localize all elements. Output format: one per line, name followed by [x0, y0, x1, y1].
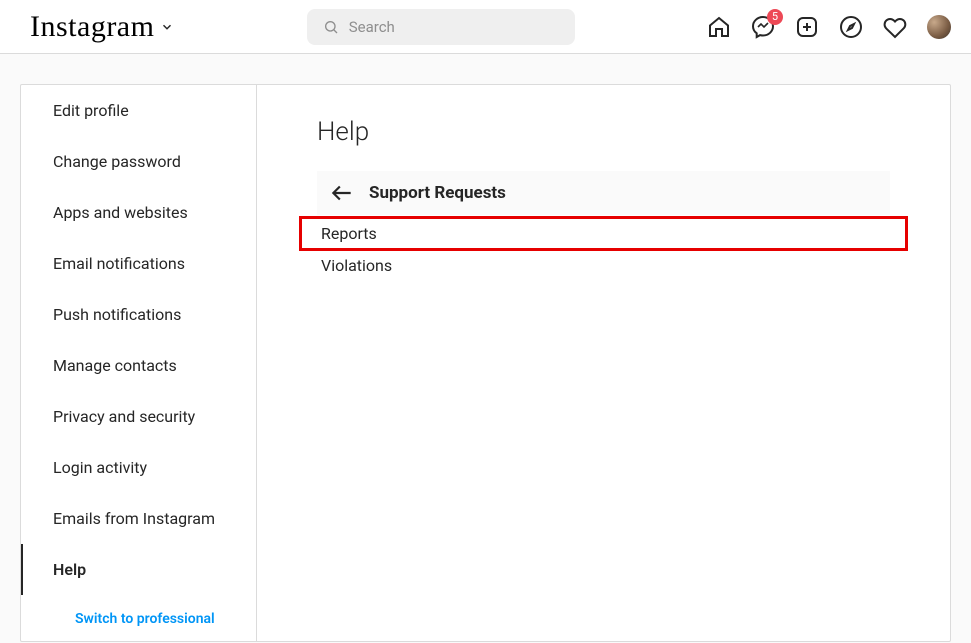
settings-panel: Edit profile Change password Apps and we… — [20, 84, 951, 642]
home-icon[interactable] — [707, 15, 731, 39]
activity-heart-icon[interactable] — [883, 15, 907, 39]
messenger-icon[interactable]: 5 — [751, 15, 775, 39]
switch-professional-link[interactable]: Switch to professional — [21, 595, 256, 643]
sidebar-item-manage-contacts[interactable]: Manage contacts — [21, 340, 256, 391]
chevron-down-icon — [160, 20, 174, 34]
option-violations[interactable]: Violations — [317, 248, 890, 283]
sidebar-item-push-notifications[interactable]: Push notifications — [21, 289, 256, 340]
new-post-icon[interactable] — [795, 15, 819, 39]
support-requests-header[interactable]: Support Requests — [317, 171, 890, 215]
search-input[interactable] — [349, 18, 559, 36]
sidebar-item-help[interactable]: Help — [21, 544, 256, 595]
sidebar-item-edit-profile[interactable]: Edit profile — [21, 85, 256, 136]
search-icon — [323, 19, 339, 35]
settings-sidebar: Edit profile Change password Apps and we… — [21, 85, 257, 641]
settings-main: Help Support Requests Reports Violations — [257, 85, 950, 641]
explore-icon[interactable] — [839, 15, 863, 39]
instagram-logo: Instagram — [30, 10, 154, 44]
sidebar-item-apps-websites[interactable]: Apps and websites — [21, 187, 256, 238]
search-field[interactable] — [307, 9, 575, 45]
messenger-badge: 5 — [767, 9, 783, 25]
option-reports[interactable]: Reports — [299, 216, 908, 251]
search-wrap — [174, 9, 707, 45]
page-title: Help — [317, 117, 890, 147]
back-arrow-icon[interactable] — [329, 180, 355, 206]
sidebar-item-email-notifications[interactable]: Email notifications — [21, 238, 256, 289]
sidebar-item-change-password[interactable]: Change password — [21, 136, 256, 187]
sidebar-item-emails-instagram[interactable]: Emails from Instagram — [21, 493, 256, 544]
top-bar: Instagram 5 — [0, 0, 971, 54]
avatar[interactable] — [927, 15, 951, 39]
subheader-title: Support Requests — [369, 183, 506, 203]
sidebar-item-login-activity[interactable]: Login activity — [21, 442, 256, 493]
nav-icons: 5 — [707, 15, 951, 39]
sidebar-item-privacy-security[interactable]: Privacy and security — [21, 391, 256, 442]
logo-area[interactable]: Instagram — [30, 10, 174, 44]
